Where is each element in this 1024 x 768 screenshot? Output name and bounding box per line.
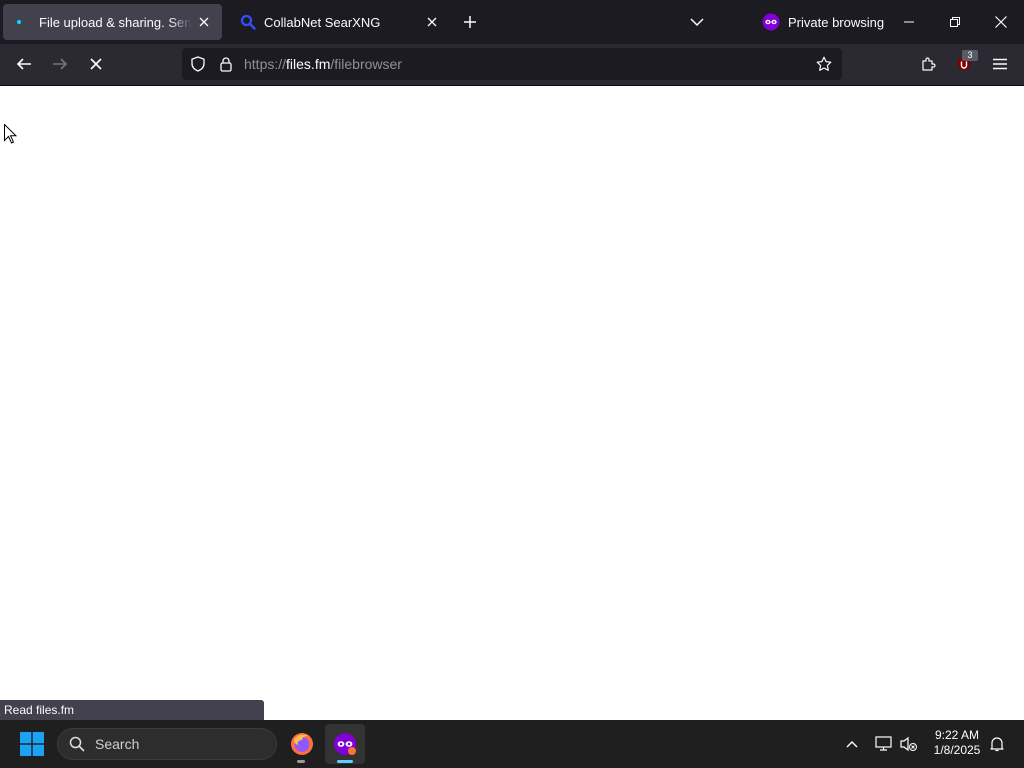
back-button[interactable] <box>8 48 40 80</box>
firefox-running-indicator <box>297 760 305 763</box>
forward-arrow-icon <box>53 58 68 70</box>
url-host: files.fm <box>286 56 331 72</box>
search-icon <box>240 14 256 30</box>
private-firefox-icon <box>334 733 356 755</box>
taskbar-search[interactable]: Search <box>57 728 277 760</box>
close-tab-icon[interactable] <box>192 10 216 34</box>
lock-icon[interactable] <box>218 56 234 72</box>
url-text[interactable]: https://files.fm/filebrowser <box>244 56 402 72</box>
tab-searxng[interactable]: CollabNet SearXNG <box>228 4 450 40</box>
close-window-button[interactable] <box>978 0 1024 44</box>
plus-icon <box>464 16 476 28</box>
puzzle-icon <box>922 57 936 71</box>
url-path: /filebrowser <box>330 56 402 72</box>
taskbar: Search 9:22 AM 1/8/2025 <box>0 720 1024 768</box>
tab-title: CollabNet SearXNG <box>264 14 381 30</box>
back-arrow-icon <box>16 58 31 70</box>
app-menu-button[interactable] <box>984 48 1016 80</box>
stop-icon <box>90 58 102 70</box>
chevron-up-icon <box>846 741 858 748</box>
restore-icon <box>950 17 960 27</box>
bell-icon <box>990 737 1004 752</box>
stop-button[interactable] <box>80 48 112 80</box>
private-browsing-indicator: Private browsing <box>762 4 884 40</box>
close-tab-icon[interactable] <box>420 10 444 34</box>
taskbar-clock[interactable]: 9:22 AM 1/8/2025 <box>926 728 988 758</box>
minimize-button[interactable] <box>886 0 932 44</box>
network-icon <box>875 736 892 751</box>
loading-icon <box>15 14 31 30</box>
bookmark-button[interactable] <box>812 52 836 76</box>
page-content <box>0 86 1024 720</box>
firefox-icon <box>291 733 313 755</box>
minimize-icon <box>904 21 914 23</box>
windows-logo-icon <box>20 732 44 756</box>
tab-title: File upload & sharing. Send large files <box>39 14 192 30</box>
tab-strip: File upload & sharing. Send large files … <box>0 0 1024 44</box>
new-tab-button[interactable] <box>456 8 484 36</box>
tab-files-fm[interactable]: File upload & sharing. Send large files <box>3 4 222 40</box>
show-hidden-icons-button[interactable] <box>840 732 864 756</box>
chevron-down-icon <box>690 18 704 27</box>
mouse-cursor-icon <box>4 124 17 144</box>
network-button[interactable] <box>872 732 896 756</box>
private-running-indicator <box>337 760 353 763</box>
list-all-tabs-button[interactable] <box>683 8 711 36</box>
volume-muted-icon <box>900 736 917 752</box>
restore-button[interactable] <box>932 0 978 44</box>
clock-time: 9:22 AM <box>934 728 980 742</box>
extensions-button[interactable] <box>912 48 944 80</box>
navigation-toolbar: https://files.fm/filebrowser <box>0 44 1024 86</box>
forward-button[interactable] <box>44 48 76 80</box>
tracking-shield-icon[interactable] <box>190 56 206 72</box>
start-button[interactable] <box>12 724 52 764</box>
star-icon <box>816 56 832 71</box>
url-scheme: https:// <box>244 56 287 72</box>
extension-badge: 3 <box>962 50 978 61</box>
search-placeholder: Search <box>95 736 140 752</box>
volume-button[interactable] <box>897 732 921 756</box>
taskbar-firefox[interactable] <box>282 724 322 764</box>
close-icon <box>995 16 1007 28</box>
taskbar-firefox-private[interactable] <box>325 724 365 764</box>
private-mask-icon <box>762 13 780 31</box>
search-icon <box>69 736 85 752</box>
status-bar: Read files.fm <box>0 700 264 720</box>
hamburger-icon <box>993 58 1007 70</box>
clock-date: 1/8/2025 <box>933 743 981 757</box>
notifications-button[interactable] <box>985 732 1009 756</box>
url-bar[interactable]: https://files.fm/filebrowser <box>182 48 842 80</box>
private-browsing-label: Private browsing <box>788 14 885 30</box>
